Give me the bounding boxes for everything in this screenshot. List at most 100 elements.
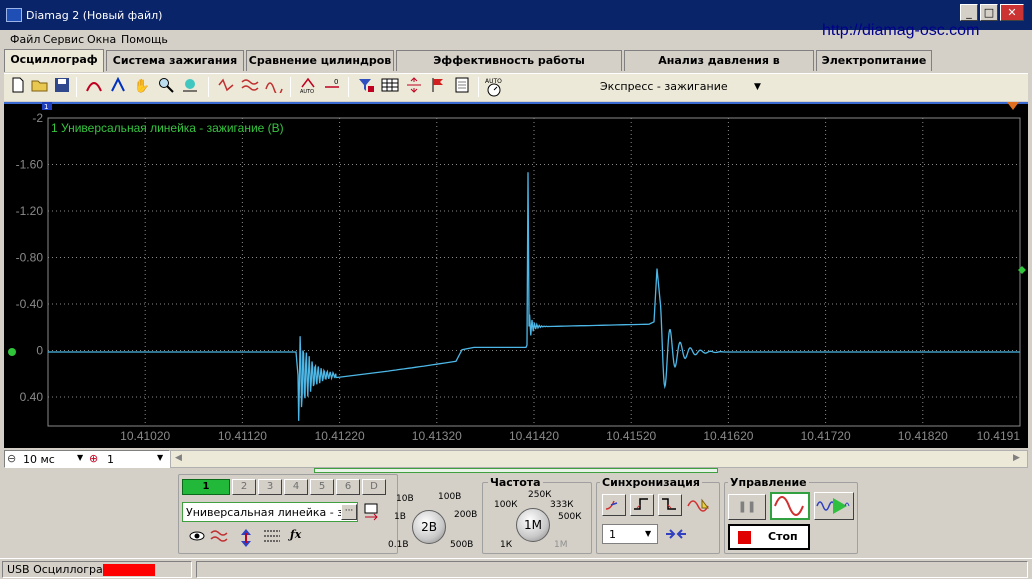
tab-cylinder-efficiency[interactable]: Эффективность работы цилиндров xyxy=(396,50,622,87)
trigger-curve-icon[interactable] xyxy=(84,77,104,97)
plot-frame xyxy=(47,117,1021,427)
channel-6-button[interactable]: 6 xyxy=(336,479,360,495)
save-icon[interactable] xyxy=(52,77,72,97)
window-title: Diamag 2 (Новый файл) xyxy=(26,9,163,22)
probe-select[interactable]: Универсальная линейка - за ··· xyxy=(182,502,358,522)
right-cursor-marker xyxy=(1007,102,1019,110)
voltage-knob[interactable]: 2В xyxy=(412,510,446,544)
eye-icon[interactable] xyxy=(188,528,206,546)
sync-rising-edge-button[interactable] xyxy=(602,494,626,516)
y-tick-label: -2 xyxy=(32,111,43,125)
open-folder-icon[interactable] xyxy=(30,77,50,97)
auto-measure-icon[interactable]: AUTO xyxy=(484,77,504,97)
channel-3-button[interactable]: 3 xyxy=(258,479,282,495)
stop-label: Стоп xyxy=(768,530,798,543)
marker-funnel-icon[interactable] xyxy=(356,77,376,97)
grid-table-icon[interactable] xyxy=(380,77,400,97)
x-tick-label: 10.41820 xyxy=(898,429,948,443)
minimize-button[interactable]: _ xyxy=(960,4,978,21)
invert-signal-icon[interactable] xyxy=(216,77,236,97)
maximize-button[interactable]: □ xyxy=(980,4,998,21)
oscilloscope-display[interactable]: 1 -2 -1.60 -1.20 -0.80 -0.40 0 0.40 10.41020 10.4… xyxy=(4,102,1028,448)
menu-windows[interactable]: Окна xyxy=(87,33,116,46)
waveform-icon[interactable] xyxy=(210,528,232,546)
horizontal-scrollbar[interactable]: ◀ ▶ xyxy=(170,450,1028,468)
tab-power-supply[interactable]: Электропитание xyxy=(816,50,932,71)
tab-oscilloscope[interactable]: Осциллограф xyxy=(4,49,104,72)
channel-5-button[interactable]: 5 xyxy=(310,479,334,495)
sync-channel-select[interactable]: 1 ▼ xyxy=(602,524,658,544)
left-cursor-label: 1 xyxy=(44,103,48,111)
voltage-label-500v: 500В xyxy=(450,540,474,550)
website-link[interactable]: http://diamag-osc.com xyxy=(822,22,979,40)
timebase-select[interactable]: ⊖ 10 мс ▼ ⊕ 1 ▼ xyxy=(4,450,170,468)
continuous-mode-button[interactable] xyxy=(770,492,810,520)
hand-pan-icon[interactable]: ✋ xyxy=(132,77,152,97)
zero-level-marker xyxy=(8,348,16,356)
x-tick-label: 10.41020 xyxy=(120,429,170,443)
close-button[interactable]: ✕ xyxy=(1000,4,1024,21)
trigger-level-marker xyxy=(1018,266,1026,274)
new-file-icon[interactable] xyxy=(8,77,28,97)
single-shot-button[interactable] xyxy=(814,492,854,520)
channel-2-button[interactable]: 2 xyxy=(232,479,256,495)
mode-select[interactable]: Экспресс - зажигание ▼ xyxy=(562,77,770,97)
channel-1-button[interactable]: 1 xyxy=(182,479,230,495)
freq-label-1k: 1К xyxy=(500,540,513,550)
connection-indicator xyxy=(103,564,155,576)
status-empty-cell xyxy=(196,561,1028,578)
probe-more-button[interactable]: ··· xyxy=(341,504,357,520)
sync-auto-button[interactable] xyxy=(686,494,712,516)
zoom-in-icon[interactable]: ⊕ xyxy=(89,452,98,465)
y-tick-label: -0.40 xyxy=(16,297,44,311)
chevron-down-icon: ▼ xyxy=(157,453,164,462)
expand-vertical-icon[interactable] xyxy=(404,77,424,97)
flag-icon[interactable] xyxy=(428,77,448,97)
smooth-icon[interactable] xyxy=(264,77,284,97)
frequency-knob[interactable]: 1М xyxy=(516,508,550,542)
sync-title: Синхронизация xyxy=(600,476,702,489)
y-tick-label: -1.20 xyxy=(16,204,44,218)
control-panel: ⊖ 10 мс ▼ ⊕ 1 ▼ ◀ ▶ 1 2 3 4 5 6 D Универ… xyxy=(4,448,1028,558)
zoom-value: 1 xyxy=(107,453,114,466)
sync-rising-step-button[interactable] xyxy=(630,494,654,516)
vertical-position-icon[interactable] xyxy=(238,528,256,548)
cursor-measure-icon[interactable] xyxy=(108,76,128,97)
mode-select-value: Экспресс - зажигание xyxy=(600,80,728,93)
auto-trigger-icon[interactable]: AUTO xyxy=(298,77,318,97)
position-slider[interactable] xyxy=(314,468,718,473)
tab-cylinder-compare[interactable]: Сравнение цилиндров xyxy=(246,50,394,71)
sync-center-icon[interactable] xyxy=(664,526,688,544)
channel-d-button[interactable]: D xyxy=(362,479,386,495)
zoom-out-icon[interactable]: ⊖ xyxy=(7,452,16,465)
document-notes-icon[interactable] xyxy=(452,77,472,97)
timebase-value: 10 мс xyxy=(23,453,55,466)
y-tick-label: 0.40 xyxy=(20,390,44,404)
chevron-down-icon: ▼ xyxy=(645,529,652,538)
menu-help[interactable]: Помощь xyxy=(121,33,168,46)
tab-ignition[interactable]: Система зажигания xyxy=(106,50,244,71)
lines-icon[interactable] xyxy=(262,528,282,546)
signal-trace xyxy=(48,172,1020,421)
x-tick-label: 10.41120 xyxy=(218,429,267,443)
stop-button[interactable]: Стоп xyxy=(728,524,810,550)
filter-icon[interactable] xyxy=(240,77,260,97)
pause-button[interactable]: ❚❚ xyxy=(728,494,766,520)
scroll-left-icon[interactable]: ◀ xyxy=(175,453,182,463)
tab-cylinder-pressure[interactable]: Анализ давления в цилиндре xyxy=(624,50,814,87)
pause-icon: ❚❚ xyxy=(737,500,757,513)
scale-fit-icon[interactable] xyxy=(180,77,200,97)
probe-settings-icon[interactable] xyxy=(362,502,382,522)
function-icon[interactable]: ƒx xyxy=(290,528,308,546)
menu-service[interactable]: Сервис xyxy=(43,33,84,46)
frequency-title: Частота xyxy=(488,476,543,489)
zero-offset-icon[interactable]: 0 xyxy=(322,77,342,97)
freq-label-250k: 250К xyxy=(528,490,552,500)
freq-label-1m: 1М xyxy=(554,540,568,550)
zoom-icon[interactable] xyxy=(156,77,176,97)
y-tick-label: 0 xyxy=(36,344,43,358)
menu-file[interactable]: Файл xyxy=(10,33,40,46)
scroll-right-icon[interactable]: ▶ xyxy=(1013,453,1020,463)
channel-4-button[interactable]: 4 xyxy=(284,479,308,495)
sync-falling-step-button[interactable] xyxy=(658,494,682,516)
